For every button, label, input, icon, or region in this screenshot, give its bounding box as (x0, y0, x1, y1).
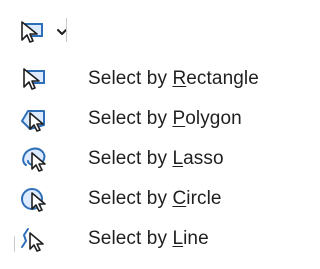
select-rectangle-icon (16, 16, 48, 48)
accelerator-key: P (172, 108, 186, 129)
menu-item-label: Select by Polygon (88, 108, 242, 130)
select-lasso-icon (18, 143, 50, 175)
label-suffix: ectangle (186, 68, 259, 89)
label-prefix: Select by (88, 68, 173, 89)
label-prefix: Select by (88, 148, 173, 169)
label-suffix: olygon (185, 108, 242, 129)
select-circle-icon (18, 183, 50, 215)
select-line-icon (18, 223, 50, 255)
accelerator-key: R (172, 68, 187, 89)
select-polygon-icon (18, 103, 50, 135)
selection-tool-menu: Select by Rectangle Select by Polygon Se… (0, 60, 293, 269)
selection-tool-dropdown: Select by Rectangle Select by Polygon Se… (0, 0, 293, 269)
label-prefix: Select by (88, 188, 173, 209)
label-suffix: ine (183, 228, 209, 249)
label-suffix: ircle (186, 188, 222, 209)
toolbar-separator (66, 18, 67, 42)
menu-item-label: Select by Rectangle (88, 68, 259, 90)
menu-item-select-by-polygon[interactable]: Select by Polygon (0, 100, 293, 138)
menu-item-select-by-rectangle[interactable]: Select by Rectangle (0, 60, 293, 98)
menu-item-select-by-lasso[interactable]: Select by Lasso (0, 140, 293, 178)
select-rectangle-icon (18, 63, 50, 95)
menu-item-label: Select by Line (88, 228, 209, 250)
label-prefix: Select by (88, 108, 173, 129)
left-edge-tick (14, 236, 15, 252)
label-suffix: asso (183, 148, 224, 169)
menu-item-label: Select by Circle (88, 188, 222, 210)
label-prefix: Select by (88, 228, 173, 249)
menu-item-label: Select by Lasso (88, 148, 224, 170)
accelerator-key: L (172, 148, 184, 169)
menu-item-select-by-circle[interactable]: Select by Circle (0, 180, 293, 218)
select-tool-button[interactable] (0, 0, 68, 64)
accelerator-key: L (172, 228, 184, 249)
accelerator-key: C (172, 188, 187, 209)
menu-item-select-by-line[interactable]: Select by Line (0, 220, 293, 258)
